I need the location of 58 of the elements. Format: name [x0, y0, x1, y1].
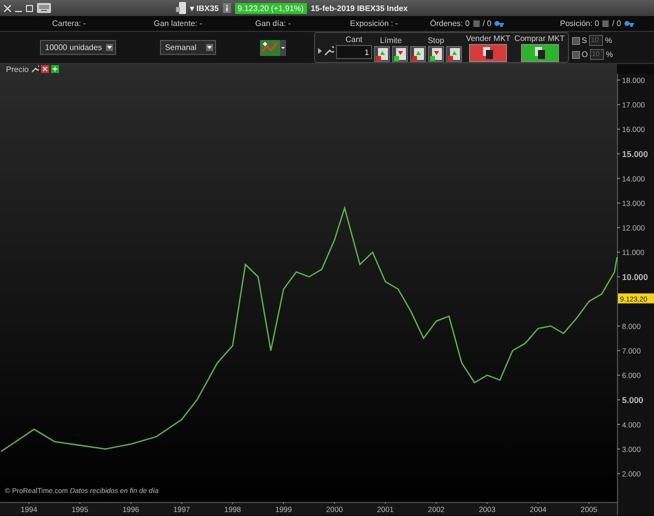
- buy-button[interactable]: [520, 44, 559, 62]
- order-button[interactable]: [446, 46, 462, 62]
- info-icon[interactable]: [222, 3, 231, 13]
- add-icon[interactable]: [50, 65, 59, 73]
- phone-icon[interactable]: [176, 2, 186, 14]
- caret-icon: [106, 46, 112, 49]
- unit-label: %: [606, 50, 614, 59]
- info-field: Gan latente: -: [128, 19, 228, 28]
- maximize-icon[interactable]: [26, 4, 33, 12]
- unit-label: %: [605, 36, 612, 45]
- group-label: Límite: [380, 36, 402, 45]
- chart-label: Precio: [6, 64, 29, 74]
- quantity-field[interactable]: 1: [336, 45, 372, 59]
- expand-arrow-icon[interactable]: [318, 48, 322, 54]
- list-icon[interactable]: [602, 20, 610, 27]
- dropdown[interactable]: 10000 unidades: [40, 40, 116, 55]
- order-ticket-icon: [394, 47, 406, 61]
- count-label: Posición: 0: [560, 19, 600, 28]
- order-ticket-icon: [376, 47, 388, 61]
- document-icon: [483, 47, 494, 59]
- chart-tools-icon[interactable]: [260, 40, 286, 56]
- keyboard-icon[interactable]: [37, 3, 51, 13]
- close-icon[interactable]: [4, 4, 11, 12]
- axis-label: 5.000: [622, 394, 644, 405]
- list-icon[interactable]: [472, 20, 480, 27]
- checkbox[interactable]: [572, 36, 580, 44]
- count-label: Órdenes: 0: [430, 19, 470, 28]
- order-button[interactable]: [428, 46, 444, 62]
- key-icon[interactable]: [624, 20, 634, 27]
- caret-icon: [206, 46, 212, 49]
- info-field: Exposición : -: [318, 19, 430, 28]
- quantity-label: Cant: [346, 35, 362, 44]
- key-icon[interactable]: [494, 20, 504, 27]
- price-badge: 9.123,20 (+1,91%): [234, 2, 307, 14]
- sell-button[interactable]: [469, 44, 508, 62]
- axis-label: 10.000: [622, 272, 648, 282]
- order-label: Vender MKT: [466, 34, 510, 43]
- order-label: Comprar MKT: [514, 34, 565, 43]
- dropdown[interactable]: Semanal: [160, 40, 216, 55]
- document-icon: [534, 47, 545, 59]
- order-button[interactable]: [392, 46, 408, 62]
- info-field: Gan día: -: [228, 19, 318, 28]
- group-label: Stop: [428, 36, 444, 45]
- total-label: / 0: [612, 19, 622, 28]
- order-button[interactable]: [374, 46, 390, 62]
- option-label: O: [582, 50, 588, 59]
- checkbox[interactable]: [572, 50, 580, 58]
- axis-label: 15.000: [622, 148, 648, 159]
- option-label: S: [582, 36, 587, 45]
- delete-icon[interactable]: [40, 65, 49, 73]
- order-ticket-icon: [412, 47, 424, 61]
- symbol-selector[interactable]: ▾ IBX35: [190, 4, 219, 12]
- order-ticket-icon: [448, 47, 460, 61]
- instrument-title: 15-feb-2019 IBEX35 Index: [310, 4, 408, 12]
- total-label: / 0: [482, 19, 492, 28]
- order-ticket-icon: [430, 47, 442, 61]
- info-field: Cartera: -: [10, 19, 128, 28]
- order-button[interactable]: [410, 46, 426, 62]
